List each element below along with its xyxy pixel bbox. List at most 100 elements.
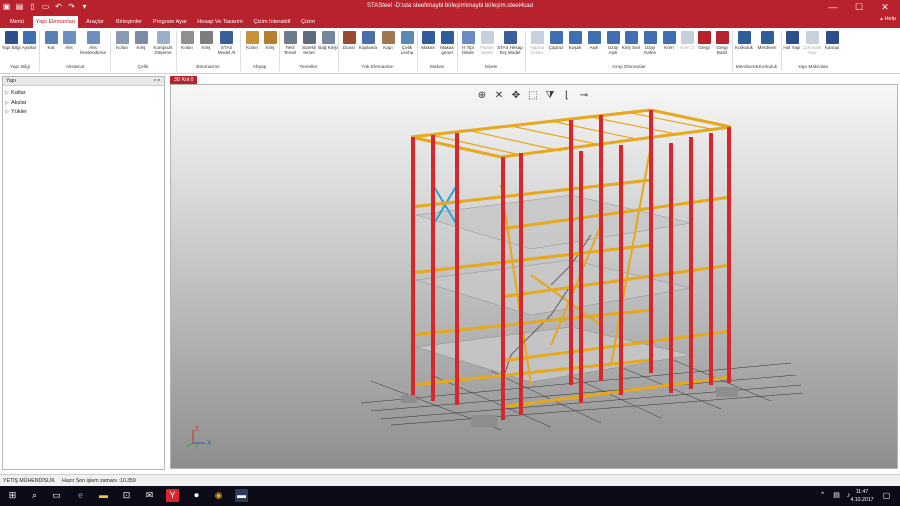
ribbon-label: Kat [47, 45, 55, 50]
ribbon-button-stairs[interactable]: Merdiven [756, 31, 778, 50]
help-link[interactable]: ▴ Help [880, 16, 896, 22]
tab-structural-elements[interactable]: Yapı Elemanları [33, 16, 78, 28]
foundation-pads [401, 387, 738, 427]
ribbon-button-tie-beam[interactable]: Bağ Kirişi [318, 31, 338, 50]
tab-analysis-design[interactable]: Hesap Ve Tasarım [195, 16, 245, 28]
ribbon-button-structure-info[interactable]: Yapı Bilgi [1, 31, 21, 50]
ribbon-group-label: Yapı Makroları [797, 65, 829, 70]
tree-item-axes[interactable]: ▷ Akslar [5, 99, 162, 109]
yandex-browser-icon[interactable]: Y [166, 489, 179, 502]
view-tab[interactable]: 3D Kot 0 [170, 76, 198, 84]
tree-item-floors[interactable]: ▷ Katlar [5, 89, 162, 99]
panel-pin-button[interactable]: ᵖ × [154, 77, 160, 86]
ribbon-button-timber-beam[interactable]: Kiriş [260, 31, 280, 50]
ribbon-button-railing[interactable]: Korkuluk [733, 31, 755, 50]
windows-start-icon[interactable]: ⊞ [6, 489, 19, 502]
tab-menu[interactable]: Menü [4, 16, 30, 28]
girt-icon [568, 31, 582, 44]
space-truss-icon [643, 31, 657, 44]
crane-2-icon [680, 31, 694, 44]
task-view-icon[interactable]: ▭ [50, 489, 63, 502]
ribbon-button-steel-plate[interactable]: Çelik Levha [397, 31, 417, 55]
ribbon-button-concrete-beam[interactable]: Kiriş [196, 31, 216, 50]
stasteel-app-icon[interactable]: ▬ [235, 489, 248, 502]
ribbon-button-floor[interactable]: Kat [41, 31, 61, 50]
tab-connections[interactable]: Birleşimler [113, 16, 145, 28]
tab-drawing-interactive[interactable]: Çizim Interaktif [249, 16, 295, 28]
single-footing-icon [283, 31, 297, 44]
h-scaffold-icon [461, 31, 475, 44]
system-clock[interactable]: 11:47 4.10.2017 [850, 488, 874, 504]
search-icon[interactable]: ⌕ [28, 489, 41, 502]
notifications-icon[interactable]: ▢ [880, 489, 893, 502]
tree-item-label: Akslar [11, 99, 27, 106]
ribbon-button-simple-tie-rod[interactable]: Gergi Basit [712, 31, 732, 55]
maximize-button[interactable]: ☐ [846, 1, 872, 13]
close-button[interactable]: ✕ [872, 1, 898, 13]
ribbon-button-steel-beam[interactable]: Kiriş [131, 31, 151, 50]
clock-date: 4.10.2017 [850, 497, 874, 503]
tab-program-settings[interactable]: Program Ayar [150, 16, 190, 28]
ribbon-button-h-scaffold[interactable]: H Tipi İskele [458, 31, 478, 55]
ribbon-button-space-purlin[interactable]: Uzay Aşık [603, 31, 623, 55]
ribbon-button-wall[interactable]: Duvar [339, 31, 359, 50]
minimize-button[interactable]: — [820, 1, 846, 13]
continuous-footing-icon [302, 31, 316, 44]
ribbon-button-girt[interactable]: Kuşak [565, 31, 585, 50]
ribbon-button-tie-rod[interactable]: Gergi [694, 31, 714, 50]
axis-grid-icon [62, 31, 76, 44]
tree-item-label: Katlar [11, 90, 26, 96]
ribbon-group-label: İskele [484, 65, 498, 70]
sta4-import-icon [220, 31, 233, 44]
edge-browser-icon[interactable]: e [74, 489, 87, 502]
ribbon-button-axis-naming[interactable]: Aks İsimlendirme [79, 31, 107, 55]
ribbon-button-single-footing[interactable]: Tekil Temel [280, 31, 300, 55]
app-icon[interactable]: ⏺ [190, 489, 203, 502]
ribbon-button-axis[interactable]: Aks [59, 31, 79, 50]
ribbon-button-door[interactable]: Kapı [378, 31, 398, 50]
tree-item-label: Yükler [11, 109, 27, 115]
chrome-browser-icon[interactable]: ◉ [212, 489, 225, 502]
ribbon-button-canopy[interactable]: Kanopi [822, 31, 842, 50]
file-explorer-icon[interactable]: ▬ [97, 489, 110, 502]
tray-expand-icon[interactable]: ⌃ [816, 489, 829, 502]
ribbon-button-timber-column[interactable]: Kolon [242, 31, 262, 50]
ribbon-label: Kanopi [824, 45, 840, 50]
ribbon-group-label: Çelik [137, 65, 149, 70]
ribbon-button-bracing[interactable]: Çapraz [546, 31, 566, 50]
ribbon-button-sta4-import[interactable]: STA4 Model Al [215, 31, 238, 55]
ribbon-button-crane[interactable]: Kren [659, 31, 679, 50]
ribbon-button-hall-structure[interactable]: Hol Yapı [782, 31, 802, 50]
window-title: STASteel -D:\sta steel\maybi birleşim\ma… [367, 3, 533, 9]
ribbon-label: Kolon [116, 45, 128, 50]
ribbon-button-composite-slab[interactable]: Kompozit Döşeme [150, 31, 176, 55]
hall-structure-icon [785, 31, 799, 44]
ribbon-button-concrete-column[interactable]: Kolon [177, 31, 197, 50]
ribbon-button-truss[interactable]: Makas [418, 31, 438, 50]
axis-naming-icon [86, 31, 100, 44]
ribbon-label: STA4 Model Al [217, 45, 236, 55]
store-icon[interactable]: ⊡ [120, 489, 133, 502]
ribbon-button-settings[interactable]: Ayarlar [19, 31, 39, 50]
ribbon-tab-bar: Menü Yapı Elemanları Araçlar Birleşimler… [0, 14, 900, 28]
tab-drawing[interactable]: Çizim [298, 16, 318, 28]
ribbon-button-truss-general[interactable]: Makas genel [437, 31, 457, 55]
tab-tools[interactable]: Araçlar [82, 16, 108, 28]
ribbon-button-sta4-external-model[interactable]: STA4 Hesap Dış Model [497, 31, 523, 55]
ribbon-button-cladding[interactable]: Kaplama [358, 31, 378, 50]
mail-icon[interactable]: ✉ [143, 489, 156, 502]
ribbon-label: Çelik Levha [400, 45, 414, 55]
ribbon-button-beam-series[interactable]: Kiriş Seri [621, 31, 641, 50]
beam-series-icon [624, 31, 638, 44]
ribbon-label: Kompozit Döşeme [153, 45, 173, 55]
ribbon-button-purlin[interactable]: Aşık [584, 31, 604, 50]
ribbon-button-space-truss[interactable]: Uzay Kafes [640, 31, 660, 55]
steel-plate-icon [400, 31, 414, 44]
composite-slab-icon [156, 31, 170, 44]
tree-item-loads[interactable]: ▷ Yükler [5, 108, 162, 118]
axis-label-x: X [207, 441, 211, 447]
ribbon-button-steel-column[interactable]: Kolon [112, 31, 132, 50]
windows-taskbar: ⊞ ⌕ ▭ e ▬ ⊡ ✉ Y ⏺ ◉ ▬ ⌃ ▤ ♪ 11:47 4.10.2… [0, 486, 900, 506]
ribbon-button-continuous-footing[interactable]: Sürekli temel [299, 31, 319, 55]
3d-viewport[interactable]: ⊕ ✕ ✥ ⬚ ⧩ ⌊ ⊸ Z X Y [170, 84, 898, 469]
